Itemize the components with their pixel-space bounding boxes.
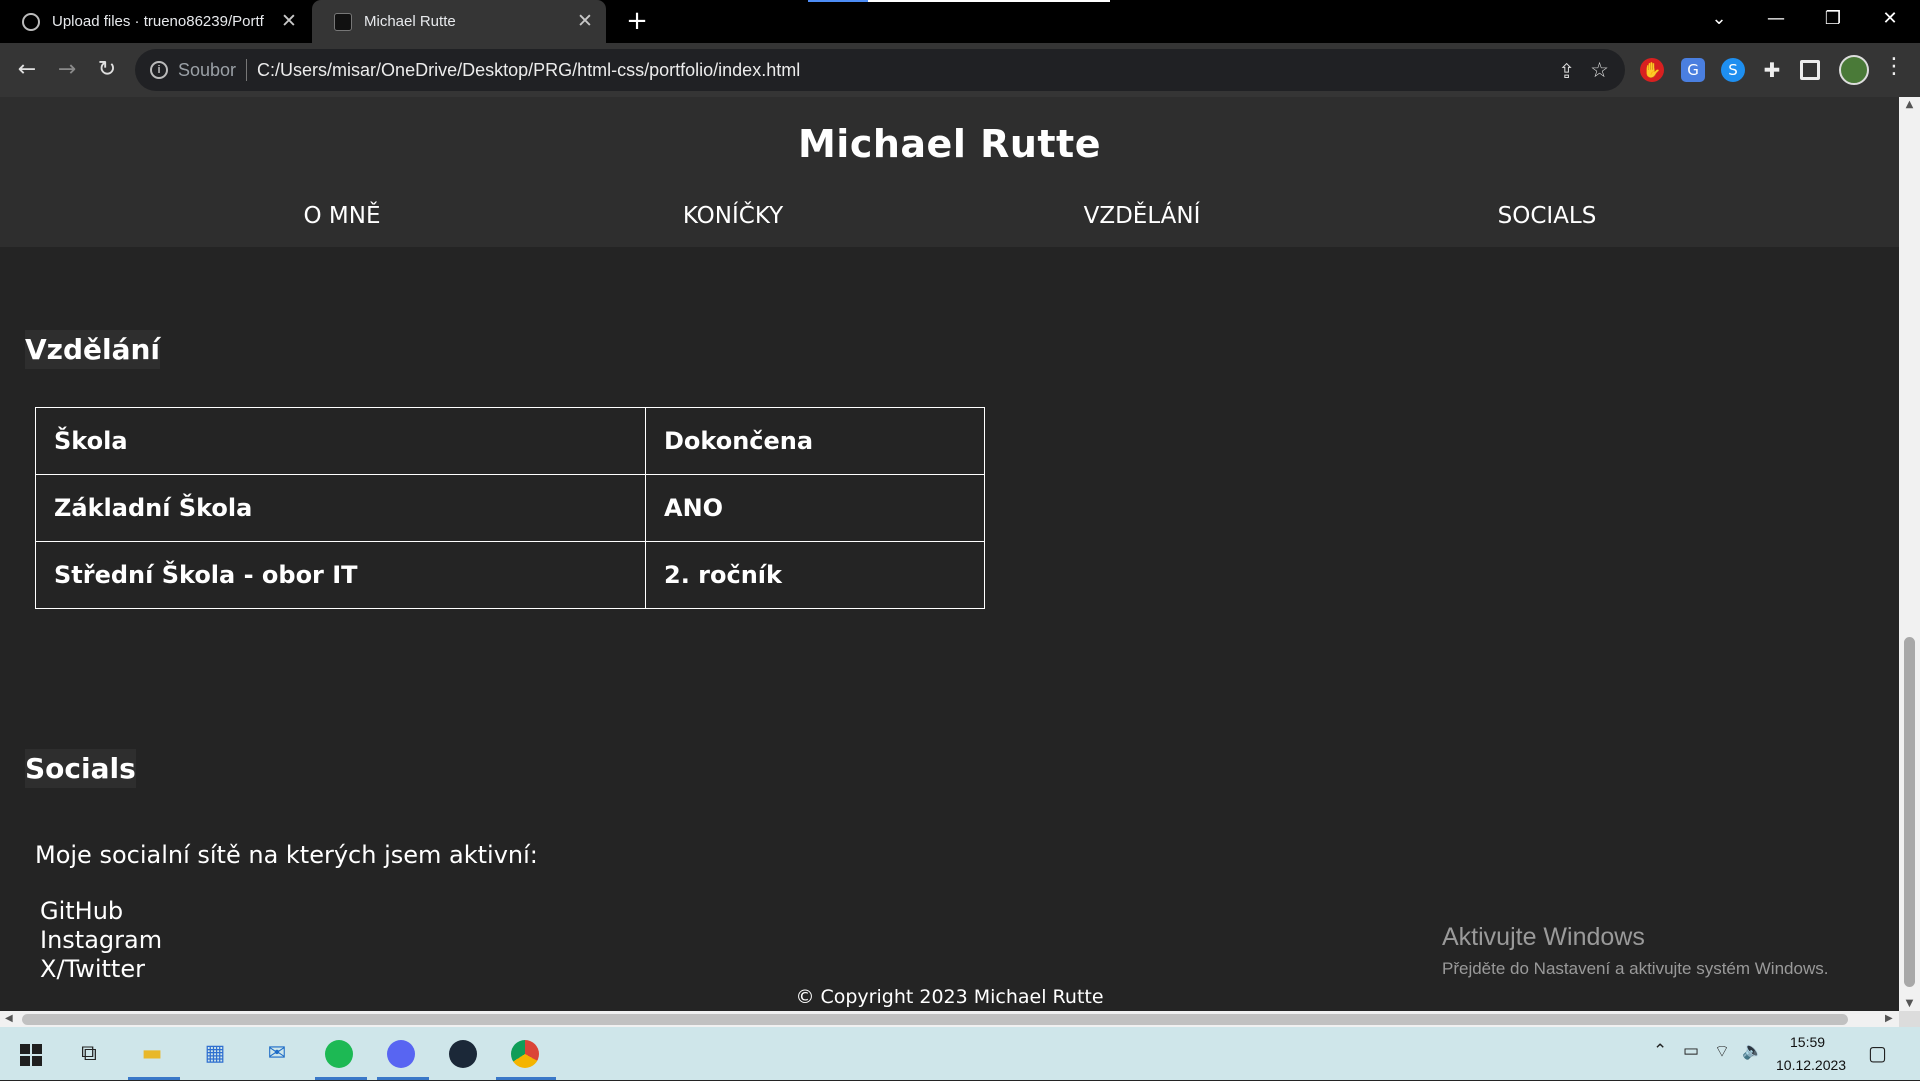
info-icon[interactable]: i	[150, 61, 168, 79]
nav-link-o-mne[interactable]: O MNĚ	[304, 203, 381, 229]
new-tab-button[interactable]: +	[622, 6, 652, 36]
horizontal-scroll-thumb[interactable]	[22, 1014, 1848, 1025]
close-icon[interactable]: ✕	[276, 10, 302, 33]
education-table: Škola Dokončena Základní Škola ANO Střed…	[35, 407, 985, 609]
site-title: Michael Rutte	[797, 122, 1101, 166]
browser-toolbar: ← → ↻ i Soubor C:/Users/misar/OneDrive/D…	[0, 43, 1920, 97]
side-panel-icon[interactable]	[1800, 60, 1820, 80]
tab-title: Michael Rutte	[364, 13, 456, 30]
table-header-cell: Škola	[35, 407, 646, 475]
tab-loading-indicator	[808, 0, 1110, 2]
profile-avatar[interactable]	[1839, 55, 1869, 85]
steam-icon[interactable]	[444, 1035, 482, 1073]
reload-icon[interactable]: ↻	[90, 53, 124, 87]
table-header-row: Škola Dokončena	[35, 407, 985, 475]
github-icon	[22, 12, 40, 31]
nav-link-socials[interactable]: SOCIALS	[1498, 203, 1597, 229]
tab-upload-files[interactable]: Upload files · trueno86239/Portf ✕	[0, 0, 310, 43]
watermark-title: Aktivujte Windows	[1442, 923, 1645, 951]
notification-icon[interactable]: ▢	[1868, 1041, 1887, 1065]
spotify-icon[interactable]	[320, 1035, 358, 1073]
social-link-github[interactable]: GitHub	[40, 897, 123, 925]
site-nav: O MNĚ KONÍČKY VZDĚLÁNÍ SOCIALS	[0, 203, 1899, 243]
battery-icon[interactable]: ▭	[1683, 1041, 1699, 1061]
page-viewport: Michael Rutte O MNĚ KONÍČKY VZDĚLÁNÍ SOC…	[0, 97, 1899, 1011]
site-favicon-icon	[334, 12, 352, 31]
horizontal-scrollbar[interactable]: ◀ ▶	[0, 1011, 1899, 1027]
table-cell: Základní Škola	[35, 474, 646, 542]
task-view-icon[interactable]: ⧉	[70, 1035, 108, 1073]
windows-activation-watermark: Aktivujte Windows Přejděte do Nastavení …	[1442, 923, 1828, 979]
shazam-extension-icon[interactable]: S	[1721, 58, 1745, 82]
footer-copyright: © Copyright 2023 Michael Rutte	[795, 986, 1104, 1008]
google-translate-extension-icon[interactable]: G	[1681, 58, 1705, 82]
socials-intro: Moje socialní sítě na kterých jsem aktiv…	[35, 841, 538, 869]
table-cell: ANO	[645, 474, 985, 542]
red-hand-extension-icon[interactable]: ✋	[1640, 58, 1664, 82]
file-explorer-icon[interactable]: ▬	[133, 1035, 171, 1073]
arrow-left-icon[interactable]: ←	[10, 53, 44, 87]
mail-icon[interactable]: ✉	[258, 1035, 296, 1073]
tab-title: Upload files · trueno86239/Portf	[52, 13, 264, 30]
nav-link-konicky[interactable]: KONÍČKY	[683, 203, 783, 229]
table-cell: 2. ročník	[645, 541, 985, 609]
star-icon[interactable]: ☆	[1590, 58, 1609, 83]
address-url[interactable]: C:/Users/misar/OneDrive/Desktop/PRG/html…	[257, 60, 800, 81]
chrome-icon[interactable]	[506, 1035, 544, 1073]
windows-taskbar: ⧉ ▬ ▦ ✉ ⌃ ▭ ⌔ 🔈 15:59 10.12.2023 ▢	[0, 1027, 1920, 1080]
restore-button[interactable]: ❐	[1805, 0, 1861, 40]
address-scheme-label: Soubor	[178, 59, 237, 80]
puzzle-extensions-icon[interactable]: ✚	[1760, 58, 1784, 82]
social-link-instagram[interactable]: Instagram	[40, 926, 162, 954]
tab-strip: Upload files · trueno86239/Portf ✕ Micha…	[0, 0, 1920, 43]
vertical-scrollbar[interactable]: ▲ ▼	[1899, 97, 1920, 1011]
table-row: Střední Škola - obor IT 2. ročník	[35, 541, 985, 609]
address-bar[interactable]: i Soubor C:/Users/misar/OneDrive/Desktop…	[135, 49, 1625, 91]
social-link-twitter[interactable]: X/Twitter	[40, 955, 145, 983]
three-dots-menu-icon[interactable]: ⋮	[1883, 54, 1905, 79]
address-divider	[246, 59, 248, 81]
volume-icon[interactable]: 🔈	[1742, 1041, 1763, 1061]
table-header-cell: Dokončena	[645, 407, 985, 475]
socials-heading: Socials	[25, 749, 136, 788]
vertical-scroll-thumb[interactable]	[1904, 637, 1915, 987]
table-row: Základní Škola ANO	[35, 474, 985, 542]
clock-time[interactable]: 15:59	[1790, 1034, 1825, 1050]
close-icon[interactable]: ✕	[572, 10, 598, 33]
table-cell: Střední Škola - obor IT	[35, 541, 646, 609]
share-icon[interactable]: ⇪	[1558, 59, 1575, 84]
clock-date[interactable]: 10.12.2023	[1776, 1057, 1846, 1073]
wifi-icon[interactable]: ⌔	[1714, 1041, 1730, 1062]
nav-link-vzdelani[interactable]: VZDĚLÁNÍ	[1084, 203, 1201, 229]
discord-icon[interactable]	[382, 1035, 420, 1073]
tab-michael-rutte[interactable]: Michael Rutte ✕	[312, 0, 606, 43]
scroll-left-arrow-icon[interactable]: ◀	[5, 1011, 13, 1027]
scroll-up-arrow-icon[interactable]: ▲	[1899, 99, 1920, 110]
socials-list: GitHub Instagram X/Twitter	[40, 897, 162, 984]
scroll-right-arrow-icon[interactable]: ▶	[1885, 1011, 1893, 1027]
arrow-right-icon[interactable]: →	[50, 53, 84, 87]
tab-search-chevron-down-icon[interactable]: ⌄	[1691, 0, 1747, 40]
minimize-button[interactable]: —	[1748, 0, 1804, 40]
watermark-subtitle: Přejděte do Nastavení a aktivujte systém…	[1442, 959, 1829, 978]
microsoft-store-icon[interactable]: ▦	[196, 1035, 234, 1073]
scroll-down-arrow-icon[interactable]: ▼	[1899, 998, 1920, 1009]
education-heading: Vzdělání	[25, 330, 161, 369]
close-window-button[interactable]: ✕	[1862, 0, 1918, 40]
site-header: Michael Rutte O MNĚ KONÍČKY VZDĚLÁNÍ SOC…	[0, 97, 1899, 247]
start-icon[interactable]	[11, 1035, 49, 1073]
scrollbar-corner	[1899, 1011, 1920, 1027]
chevron-up-icon[interactable]: ⌃	[1653, 1041, 1667, 1061]
